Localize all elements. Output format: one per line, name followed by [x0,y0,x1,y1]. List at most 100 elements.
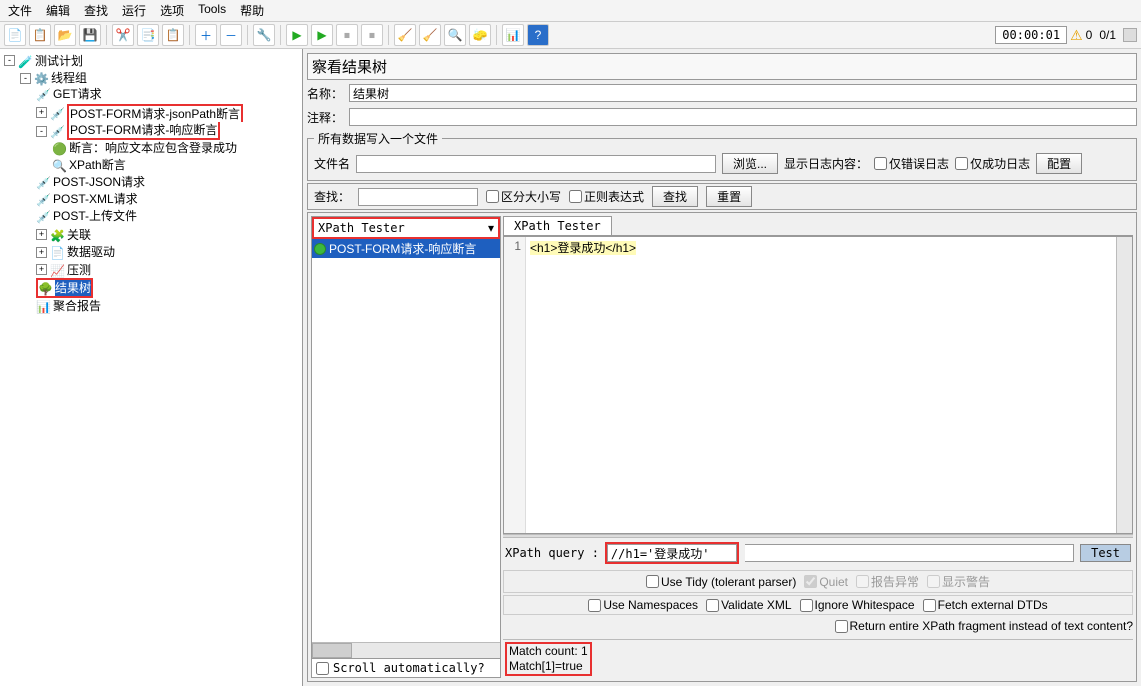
cut-icon[interactable]: ✂️ [112,24,134,46]
fetch-dtd-checkbox[interactable] [923,599,936,612]
tree-item[interactable]: +💉POST-FORM请求-jsonPath断言 [36,104,243,122]
broom-icon[interactable]: 🧽 [469,24,491,46]
scroll-auto-checkbox[interactable] [316,662,329,675]
reset-button[interactable]: 重置 [706,186,752,207]
tree-thread-group-label: 线程组 [51,70,87,86]
binoculars-icon[interactable]: 🔍 [444,24,466,46]
dropper-icon: 💉 [50,106,64,120]
tab-xpath-tester[interactable]: XPath Tester [503,216,612,235]
xpath-query-input[interactable] [607,544,737,562]
assertion-icon: 🟢 [52,141,66,155]
expand-icon[interactable]: + [36,264,47,275]
menu-search[interactable]: 查找 [84,2,108,19]
filename-label: 文件名 [314,155,350,172]
result-item[interactable]: POST-FORM请求-响应断言 [312,239,500,258]
response-body[interactable]: 1 <h1>登录成功</h1> [503,236,1133,534]
case-checkbox[interactable] [486,190,499,203]
tree-item-result-tree[interactable]: 🌳结果树 [36,278,93,298]
dropper-icon: 💉 [50,124,64,138]
separator [247,25,248,45]
run-icon[interactable]: ▶ [286,24,308,46]
separator [496,25,497,45]
report-icon: 📊 [36,299,50,313]
run-count: 0/1 [1095,28,1120,42]
find-button[interactable]: 查找 [652,186,698,207]
new-icon[interactable]: 📄 [4,24,26,46]
timer: 00:00:01 [995,26,1067,44]
report-err-checkbox [856,575,869,588]
horizontal-scrollbar[interactable] [312,642,500,658]
only-error-checkbox[interactable] [874,157,887,170]
template-icon[interactable]: 📋 [29,24,51,46]
minus-icon[interactable]: － [220,24,242,46]
xpath-query-input-rest[interactable] [745,544,1074,562]
menu-file[interactable]: 文件 [8,2,32,19]
config-button[interactable]: 配置 [1036,153,1082,174]
toolbar: 📄 📋 📂 💾 ✂️ 📑 📋 ＋ － 🔧 ▶ ▶ ⏹ ⏹ 🧹 🧹 🔍 🧽 📊 ?… [0,22,1141,49]
comment-input[interactable] [349,108,1137,126]
shutdown-icon[interactable]: ⏹ [361,24,383,46]
name-input[interactable] [349,84,1137,102]
tree-item[interactable]: 💉POST-JSON请求 [36,174,145,190]
status-indicator [1123,28,1137,42]
tree-item[interactable]: 💉POST-XML请求 [36,191,138,207]
ignore-ws-checkbox[interactable] [800,599,813,612]
expand-icon[interactable]: + [36,107,47,118]
tree-item[interactable]: +📈压测 [36,262,91,278]
paste-icon[interactable]: 📋 [162,24,184,46]
separator [106,25,107,45]
run-now-icon[interactable]: ▶ [311,24,333,46]
stop-icon[interactable]: ⏹ [336,24,358,46]
menu-edit[interactable]: 编辑 [46,2,70,19]
help-icon[interactable]: ? [527,24,549,46]
menubar: 文件 编辑 查找 运行 选项 Tools 帮助 [0,0,1141,22]
regex-checkbox[interactable] [569,190,582,203]
tree-item[interactable]: 🟢断言：响应文本应包含登录成功 [52,140,237,156]
tree-item[interactable]: +📄数据驱动 [36,244,115,260]
copy-icon[interactable]: 📑 [137,24,159,46]
renderer-combo[interactable]: XPath Tester ▾ [312,217,500,239]
save-icon[interactable]: 💾 [79,24,101,46]
expand-icon[interactable]: + [36,247,47,258]
clear2-icon[interactable]: 🧹 [419,24,441,46]
validate-checkbox[interactable] [706,599,719,612]
collapse-icon[interactable]: - [4,55,15,66]
line-number: 1 [508,239,521,253]
open-icon[interactable]: 📂 [54,24,76,46]
tree-root[interactable]: - 🧪 测试计划 [4,53,83,69]
collapse-icon[interactable]: - [20,73,31,84]
vertical-scrollbar[interactable] [1116,237,1132,533]
menu-tools[interactable]: Tools [198,2,226,19]
name-label: 名称： [307,85,343,102]
filename-input[interactable] [356,155,716,173]
tree-item[interactable]: +🧩关联 [36,227,91,243]
use-tidy-checkbox[interactable] [646,575,659,588]
use-ns-checkbox[interactable] [588,599,601,612]
link-icon: 🧩 [50,228,64,242]
collapse-icon[interactable]: - [36,126,47,137]
match-result: Match[1]=true [509,659,583,673]
tree-thread-group[interactable]: - ⚙️ 线程组 [20,70,87,86]
tree-item[interactable]: 💉POST-上传文件 [36,208,137,224]
function-icon[interactable]: 📊 [502,24,524,46]
plus-icon[interactable]: ＋ [195,24,217,46]
wand-icon[interactable]: 🔧 [253,24,275,46]
tree-item[interactable]: 💉GET请求 [36,86,102,102]
search-input[interactable] [358,188,478,206]
dropper-icon: 💉 [36,175,50,189]
warning-icon: ⚠ [1070,27,1083,44]
success-icon [314,243,326,255]
expand-icon[interactable]: + [36,229,47,240]
menu-run[interactable]: 运行 [122,2,146,19]
tree-item[interactable]: 📊聚合报告 [36,298,101,314]
test-button[interactable]: Test [1080,544,1131,562]
tree-item[interactable]: -💉POST-FORM请求-响应断言 [36,122,220,140]
tree-item[interactable]: 🔍XPath断言 [52,157,126,173]
menu-help[interactable]: 帮助 [240,2,264,19]
only-success-checkbox[interactable] [955,157,968,170]
menu-options[interactable]: 选项 [160,2,184,19]
browse-button[interactable]: 浏览... [722,153,778,174]
details-pane: 察看结果树 名称： 注释： 所有数据写入一个文件 文件名 浏览... 显示日志内… [303,49,1141,686]
clear1-icon[interactable]: 🧹 [394,24,416,46]
return-fragment-checkbox[interactable] [835,620,848,633]
